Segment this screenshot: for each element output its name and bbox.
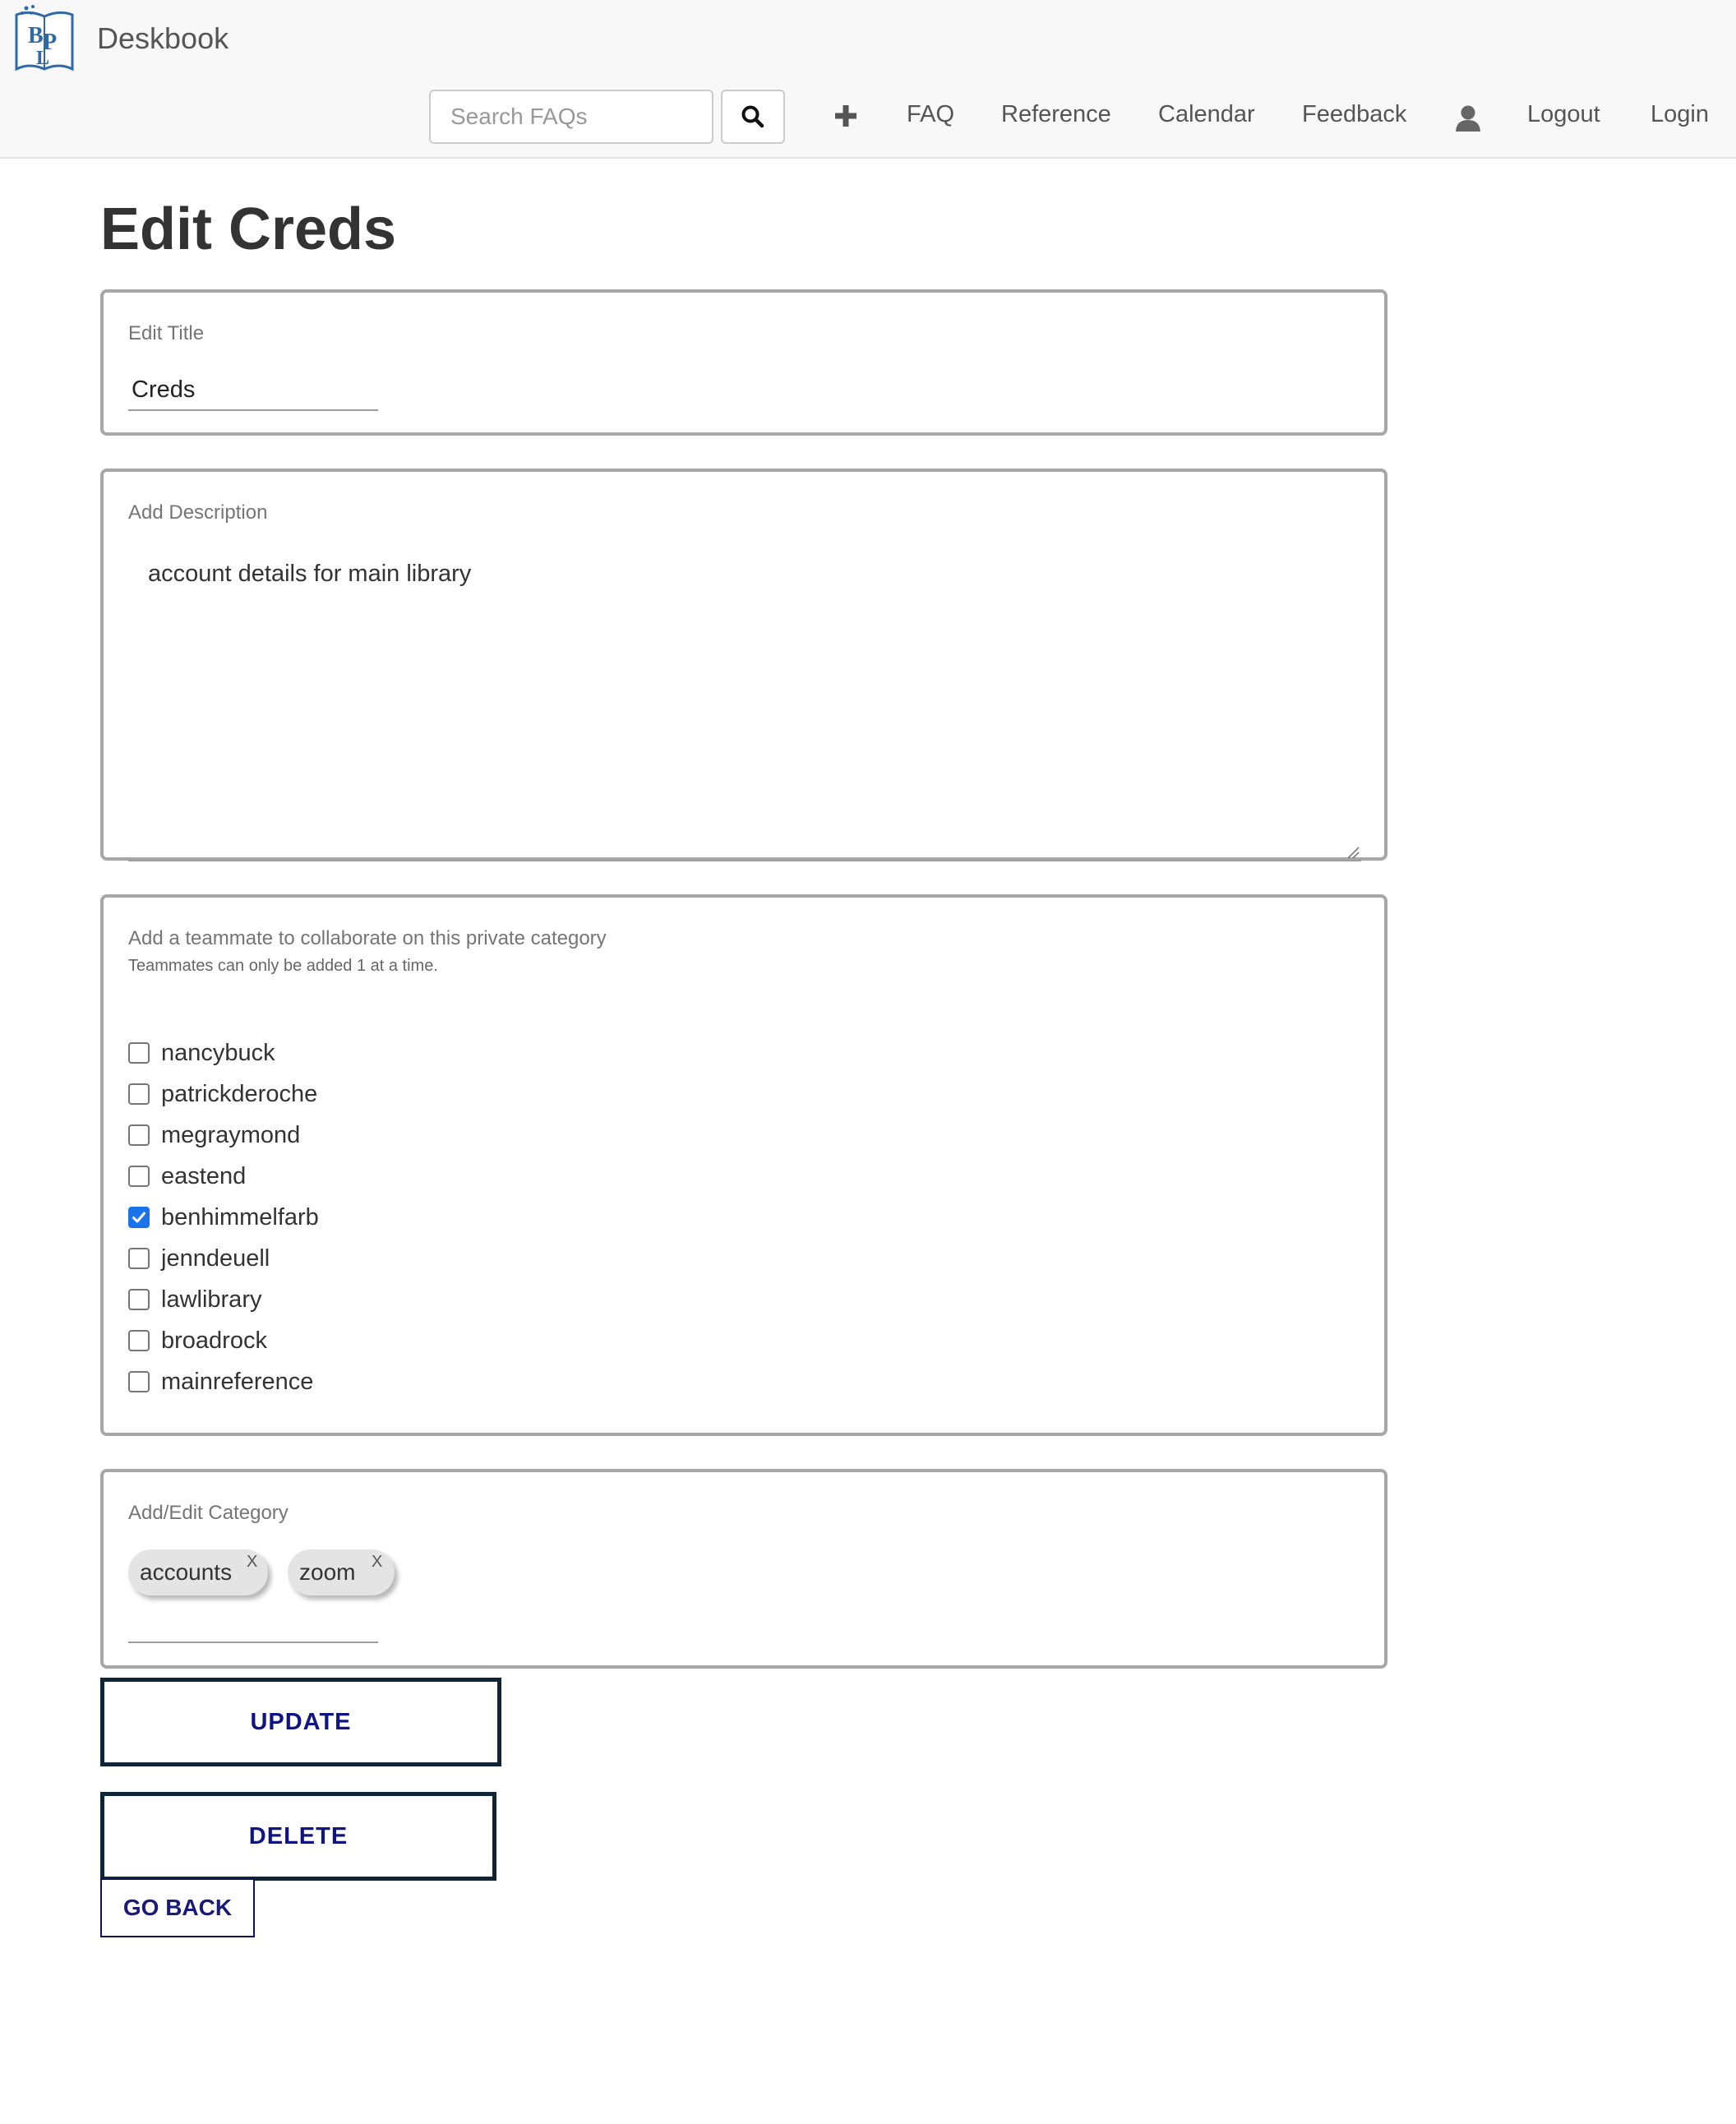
teammate-name[interactable]: broadrock	[161, 1328, 267, 1355]
logo-letter-l: L	[36, 48, 49, 69]
nav-link-calendar[interactable]: Calendar	[1158, 101, 1255, 128]
teammate-name[interactable]: mainreference	[161, 1369, 313, 1396]
teammate-checkbox[interactable]	[128, 1124, 150, 1146]
chip-remove-icon[interactable]: X	[247, 1553, 257, 1572]
teammate-row[interactable]: benhimmelfarb	[128, 1197, 319, 1238]
teammates-card: Add a teammate to collaborate on this pr…	[100, 894, 1387, 1436]
teammate-checkbox[interactable]	[128, 1330, 150, 1351]
search-button[interactable]	[721, 90, 785, 144]
category-card: Add/Edit Category accounts X zoom X	[100, 1469, 1387, 1669]
teammate-checkbox[interactable]	[128, 1166, 150, 1187]
teammates-label: Add a teammate to collaborate on this pr…	[128, 927, 607, 949]
chip-label: accounts	[140, 1559, 233, 1585]
page-title: Edit Creds	[100, 196, 397, 262]
title-input[interactable]	[128, 370, 378, 411]
category-chip: accounts X	[128, 1549, 268, 1595]
chip-remove-icon[interactable]: X	[372, 1553, 382, 1572]
brand[interactable]: B P L Deskbook	[10, 3, 229, 74]
nav-link-logout[interactable]: Logout	[1527, 101, 1600, 128]
navbar: B P L Deskbook FAQ Reference Calendar Fe…	[0, 0, 1736, 159]
teammate-checkbox[interactable]	[128, 1083, 150, 1105]
search-icon	[741, 105, 764, 128]
description-card: Add Description account details for main…	[100, 469, 1387, 861]
category-input[interactable]	[128, 1610, 378, 1643]
add-button[interactable]	[830, 100, 861, 132]
category-chip: zoom X	[288, 1549, 395, 1595]
teammate-list: nancybuck patrickderoche megraymond eastend…	[128, 1032, 319, 1402]
teammate-row[interactable]: mainreference	[128, 1361, 319, 1402]
nav-link-faq[interactable]: FAQ	[907, 101, 954, 128]
teammate-name[interactable]: jenndeuell	[161, 1245, 270, 1272]
teammate-row[interactable]: eastend	[128, 1156, 319, 1197]
teammate-name[interactable]: patrickderoche	[161, 1081, 317, 1108]
teammate-checkbox[interactable]	[128, 1207, 150, 1228]
user-icon[interactable]	[1455, 104, 1481, 132]
teammates-hint: Teammates can only be added 1 at a time.	[128, 957, 438, 975]
delete-button[interactable]: DELETE	[100, 1792, 496, 1881]
category-label: Add/Edit Category	[128, 1502, 289, 1524]
teammate-checkbox[interactable]	[128, 1248, 150, 1269]
teammate-row[interactable]: broadrock	[128, 1320, 319, 1361]
teammate-name[interactable]: nancybuck	[161, 1040, 275, 1067]
teammate-row[interactable]: patrickderoche	[128, 1074, 319, 1115]
description-textarea[interactable]: account details for main library	[128, 549, 1361, 861]
plus-icon	[835, 105, 856, 127]
nav-link-login[interactable]: Login	[1651, 101, 1709, 128]
teammate-checkbox[interactable]	[128, 1371, 150, 1392]
logo-letter-b: B	[28, 23, 44, 48]
teammate-name[interactable]: lawlibrary	[161, 1286, 261, 1314]
bpl-logo-icon: B P L	[15, 5, 74, 72]
chip-label: zoom	[299, 1559, 356, 1585]
resize-grip-icon[interactable]	[1346, 846, 1360, 859]
teammate-row[interactable]: lawlibrary	[128, 1279, 319, 1320]
checkmark-icon	[132, 1212, 145, 1223]
teammate-name[interactable]: eastend	[161, 1163, 246, 1190]
nav-link-reference[interactable]: Reference	[1001, 101, 1111, 128]
update-button[interactable]: UPDATE	[100, 1678, 501, 1766]
nav-link-feedback[interactable]: Feedback	[1302, 101, 1406, 128]
title-card: Edit Title	[100, 289, 1387, 436]
go-back-button[interactable]: GO BACK	[100, 1878, 255, 1937]
teammate-row[interactable]: megraymond	[128, 1115, 319, 1156]
teammate-name[interactable]: benhimmelfarb	[161, 1204, 319, 1231]
teammate-row[interactable]: jenndeuell	[128, 1238, 319, 1279]
brand-name[interactable]: Deskbook	[97, 21, 229, 56]
description-label: Add Description	[128, 501, 268, 524]
teammate-row[interactable]: nancybuck	[128, 1032, 319, 1074]
teammate-name[interactable]: megraymond	[161, 1122, 300, 1149]
teammate-checkbox[interactable]	[128, 1042, 150, 1064]
teammate-checkbox[interactable]	[128, 1289, 150, 1310]
search-input[interactable]	[429, 90, 713, 144]
title-label: Edit Title	[128, 322, 205, 344]
